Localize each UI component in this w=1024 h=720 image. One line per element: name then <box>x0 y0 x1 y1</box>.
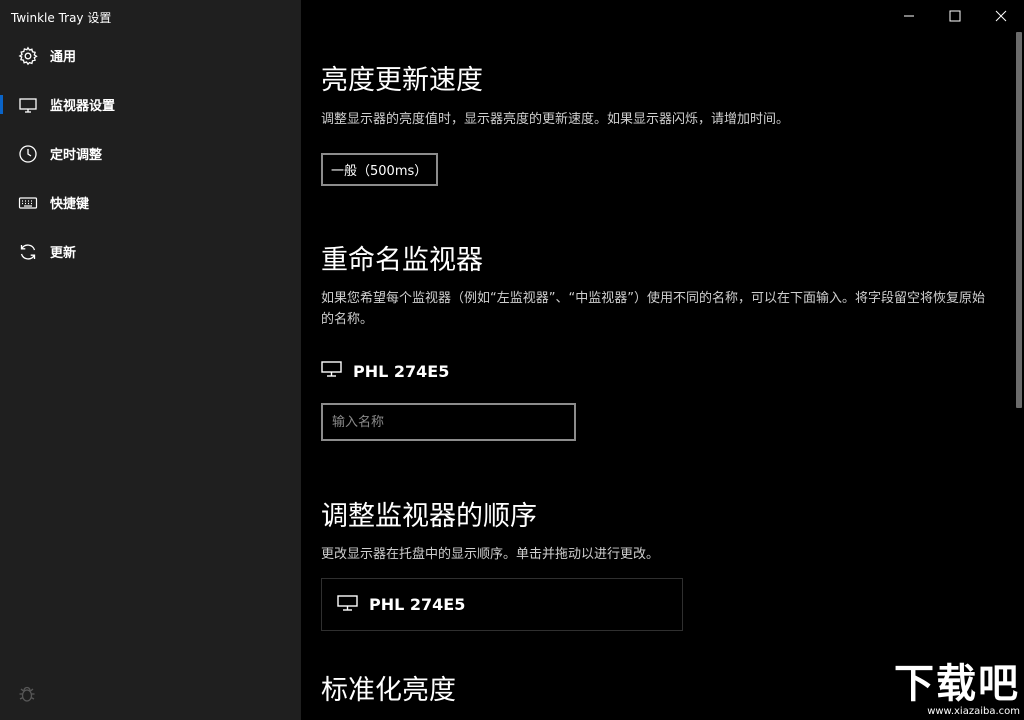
keyboard-icon <box>18 193 38 213</box>
sidebar-item-label: 更新 <box>50 246 77 261</box>
sidebar-nav: 通用 监视器设置 定时调整 快捷键 更新 <box>0 31 301 276</box>
rename-monitor-header: PHL 274E5 <box>321 360 449 382</box>
sidebar-item-schedule[interactable]: 定时调整 <box>0 129 301 178</box>
monitor-name: PHL 274E5 <box>369 595 466 614</box>
section-desc-rename: 如果您希望每个监视器（例如“左监视器”、“中监视器”）使用不同的名称，可以在下面… <box>321 291 985 327</box>
monitor-order-item[interactable]: PHL 274E5 <box>321 578 683 631</box>
section-title-speed: 亮度更新速度 <box>321 65 483 96</box>
monitor-icon <box>18 95 38 115</box>
close-icon <box>995 10 1007 22</box>
sidebar-item-hotkeys[interactable]: 快捷键 <box>0 178 301 227</box>
section-desc-speed: 调整显示器的亮度值时，显示器亮度的更新速度。如果显示器闪烁，请增加时间。 <box>321 112 790 127</box>
minimize-button[interactable] <box>886 0 932 32</box>
section-title-rename: 重命名监视器 <box>321 245 483 276</box>
maximize-button[interactable] <box>932 0 978 32</box>
minimize-icon <box>904 15 914 17</box>
watermark-url: www.xiazaiba.com <box>927 706 1020 717</box>
sidebar-item-label: 通用 <box>50 50 77 65</box>
scrollbar-thumb[interactable] <box>1016 32 1022 408</box>
section-desc-order: 更改显示器在托盘中的显示顺序。单击并拖动以进行更改。 <box>321 547 660 562</box>
maximize-icon <box>949 10 961 22</box>
watermark: 下载吧 www.xiazaiba.com <box>886 662 1020 720</box>
sidebar-item-updates[interactable]: 更新 <box>0 227 301 276</box>
close-button[interactable] <box>978 0 1024 32</box>
main-content: 亮度更新速度 调整显示器的亮度值时，显示器亮度的更新速度。如果显示器闪烁，请增加… <box>301 32 1012 720</box>
update-speed-value: 一般（500ms） <box>331 164 428 179</box>
monitor-icon <box>337 594 358 616</box>
sidebar-item-label: 定时调整 <box>50 148 103 163</box>
bug-icon[interactable] <box>17 684 37 708</box>
update-speed-select[interactable]: 一般（500ms） <box>321 153 438 186</box>
sidebar-item-label: 监视器设置 <box>50 99 116 114</box>
window-title: Twinkle Tray 设置 <box>11 11 112 25</box>
clock-icon <box>18 144 38 164</box>
sidebar-item-general[interactable]: 通用 <box>0 31 301 80</box>
monitor-rename-input[interactable] <box>321 403 576 441</box>
section-title-normalize: 标准化亮度 <box>321 675 456 706</box>
gear-icon <box>18 46 38 66</box>
monitor-icon <box>321 360 342 382</box>
refresh-icon <box>18 242 38 262</box>
section-title-order: 调整监视器的顺序 <box>321 501 537 532</box>
sidebar-item-label: 快捷键 <box>50 197 90 212</box>
sidebar-item-monitors[interactable]: 监视器设置 <box>0 80 301 129</box>
watermark-main: 下载吧 <box>894 661 1020 707</box>
sidebar: Twinkle Tray 设置 通用 监视器设置 定时调整 快捷键 更新 <box>0 0 301 720</box>
monitor-name: PHL 274E5 <box>353 361 450 381</box>
titlebar-controls <box>886 0 1024 32</box>
app-window: Twinkle Tray 设置 通用 监视器设置 定时调整 快捷键 更新 亮度更… <box>0 0 1024 720</box>
